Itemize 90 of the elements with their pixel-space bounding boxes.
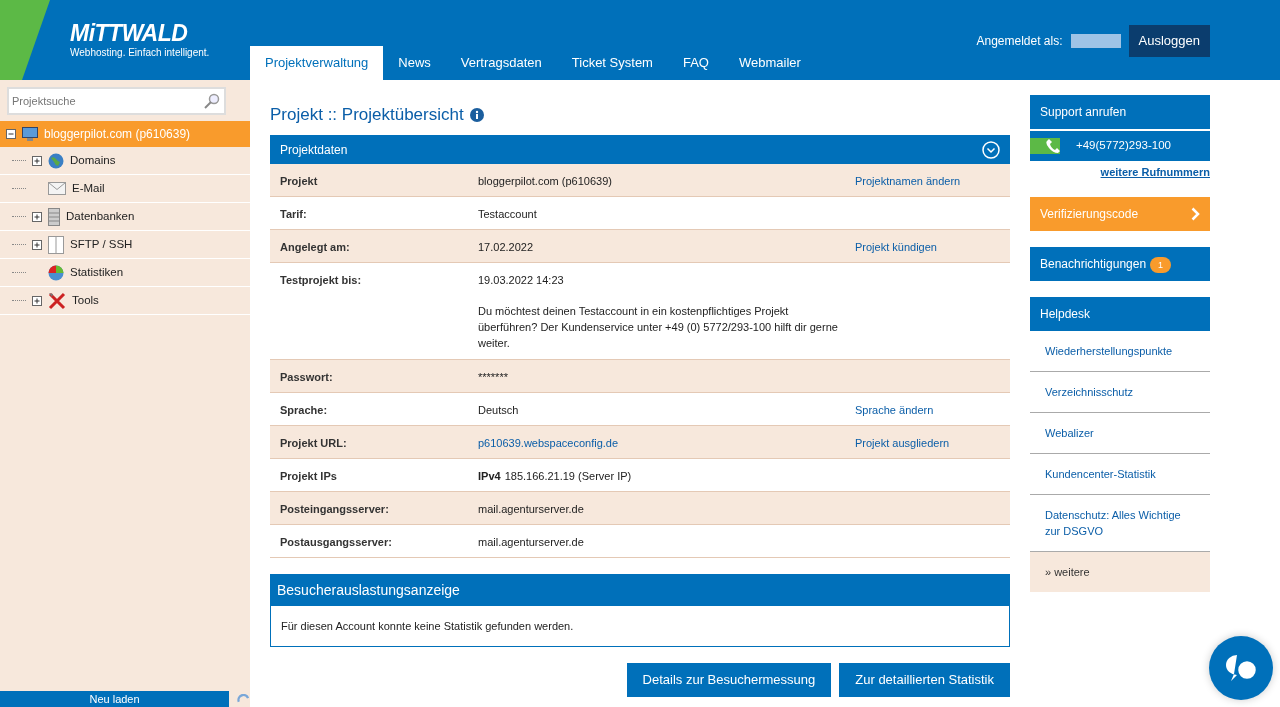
more-link[interactable]: » weitere [1030,551,1210,592]
search-field[interactable]: Projektsuche [7,87,226,115]
info-text: Du möchtest deinen Testaccount in ein kostenpflichtiges Projekt überführen? Der Kundenservice unter +49 (0) 5772/293-100 hilft dir gerne weiter. [478,303,838,351]
chevron-right-icon [1191,206,1200,221]
field-value: Testaccount [478,207,538,223]
phone-icon [1046,138,1060,154]
tree-item[interactable]: Tools [0,287,250,315]
field-label: Passwort: [280,369,334,385]
search-icon[interactable] [204,93,220,109]
chat-button[interactable] [1209,636,1273,700]
tree-item[interactable]: Datenbanken [0,203,250,231]
nav-tab[interactable]: Webmailer [723,45,816,80]
url-link[interactable]: p610639.webspaceconfig.de [478,436,619,449]
action-button[interactable]: Zur detaillierten Statistik [839,663,1010,697]
field-label: Angelegt am: [280,240,351,256]
field-label: Testprojekt bis: [280,273,363,289]
field-value: mail.agenturserver.de [478,501,585,517]
field-label: Projekt [280,174,319,190]
nav-tab[interactable]: FAQ [667,45,724,80]
page-title: Projekt :: Projektübersicht [270,105,464,126]
tree-item[interactable]: Domains [0,147,250,175]
empty-message: Für diesen Account konnte keine Statistik gefunden werden. [280,618,575,634]
expand-toggle-icon[interactable] [32,295,42,306]
tagline: Webhosting. Einfach intelligent. [70,46,210,60]
field-label: Projekt URL: [280,435,348,451]
field-label: Tarif: [280,207,308,223]
field-value: 19.03.2022 14:23 [478,273,565,289]
field-value: Deutsch [478,402,520,418]
helpdesk-link[interactable]: Verzeichnisschutz [1030,371,1210,413]
server-stack-icon [48,207,60,226]
notifications-button[interactable]: Benachrichtigungen 1 [1030,246,1210,281]
tree-item[interactable]: E-Mail [0,175,250,203]
reload-button[interactable]: Neu laden [0,691,230,707]
panel-title: Projektdaten [280,141,348,159]
info-icon[interactable] [469,108,484,123]
field-value: bloggerpilot.com (p610639) [478,174,613,190]
field-value: 17.02.2022 [478,240,535,256]
tree-label: E-Mail [72,180,105,196]
tree-label: Tools [72,292,99,308]
field-label: Postausgangsserver: [280,534,393,550]
collapse-icon[interactable] [982,140,1000,159]
phone-number: +49(5772)293-100 [1075,138,1171,154]
field-label: Projekt IPs [280,468,338,484]
tree-label: Domains [70,152,116,168]
action-link[interactable]: Projekt kündigen [855,241,937,254]
helpdesk-link[interactable]: Datenschutz: Alles Wichtige zur DSGVO [1030,494,1210,552]
tree-label: Statistiken [70,264,124,280]
login-label: Angemeldet als: [976,32,1063,50]
helpdesk-link[interactable]: Wiederherstellungspunkte [1030,330,1210,372]
action-link[interactable]: Projekt ausgliedern [855,436,950,449]
tree-item[interactable]: Statistiken [0,259,250,287]
nav-tab[interactable]: News [383,45,446,80]
button-label: Benachrichtigungen [1040,256,1147,271]
helpdesk-link[interactable]: Kundencenter-Statistik [1030,453,1210,495]
expand-toggle-icon[interactable] [32,155,42,166]
action-link[interactable]: Projektnamen ändern [855,175,961,188]
field-value: 185.166.21.19 (Server IP) [504,468,632,484]
expand-toggle-icon[interactable] [32,211,42,222]
panel-title: Besucherauslastungsanzeige [271,574,1009,606]
tree-label: SFTP / SSH [70,236,133,252]
action-button[interactable]: Details zur Besuchermessung [626,663,832,697]
more-numbers-link[interactable]: weitere Rufnummern [1030,164,1210,181]
blurred-username [1070,33,1121,48]
globe-icon [48,152,64,169]
nav-tab[interactable]: Projektverwaltung [250,45,384,80]
field-label: Sprache: [280,402,329,418]
nav-tab[interactable]: Ticket System [556,45,668,80]
field-value: mail.agenturserver.de [478,534,585,550]
panel-icon [48,235,64,254]
helpdesk-link[interactable]: Webalizer [1030,412,1210,454]
ip-label: IPv4 [478,468,501,484]
count-badge: 1 [1150,256,1172,273]
field-label: Posteingangsserver: [280,501,390,517]
chat-icon [1223,653,1259,683]
logout-button[interactable]: Ausloggen [1128,25,1210,57]
support-header: Support anrufen [1030,95,1210,129]
envelope-icon [48,182,66,195]
logo: MiTTWALD [70,22,189,45]
tree-label: bloggerpilot.com (p610639) [44,126,191,143]
collapse-toggle-icon[interactable] [6,129,16,139]
field-value: ******* [478,369,509,385]
expand-toggle-icon[interactable] [32,239,42,250]
tree-label: Datenbanken [66,208,135,224]
nav-tab[interactable]: Vertragsdaten [445,45,557,80]
action-link[interactable]: Sprache ändern [855,403,934,416]
tree-item[interactable]: SFTP / SSH [0,231,250,259]
pie-chart-icon [48,264,64,281]
monitor-icon [22,126,38,142]
helpdesk-header: Helpdesk [1030,296,1210,331]
button-label: Verifizierungscode [1040,205,1139,223]
